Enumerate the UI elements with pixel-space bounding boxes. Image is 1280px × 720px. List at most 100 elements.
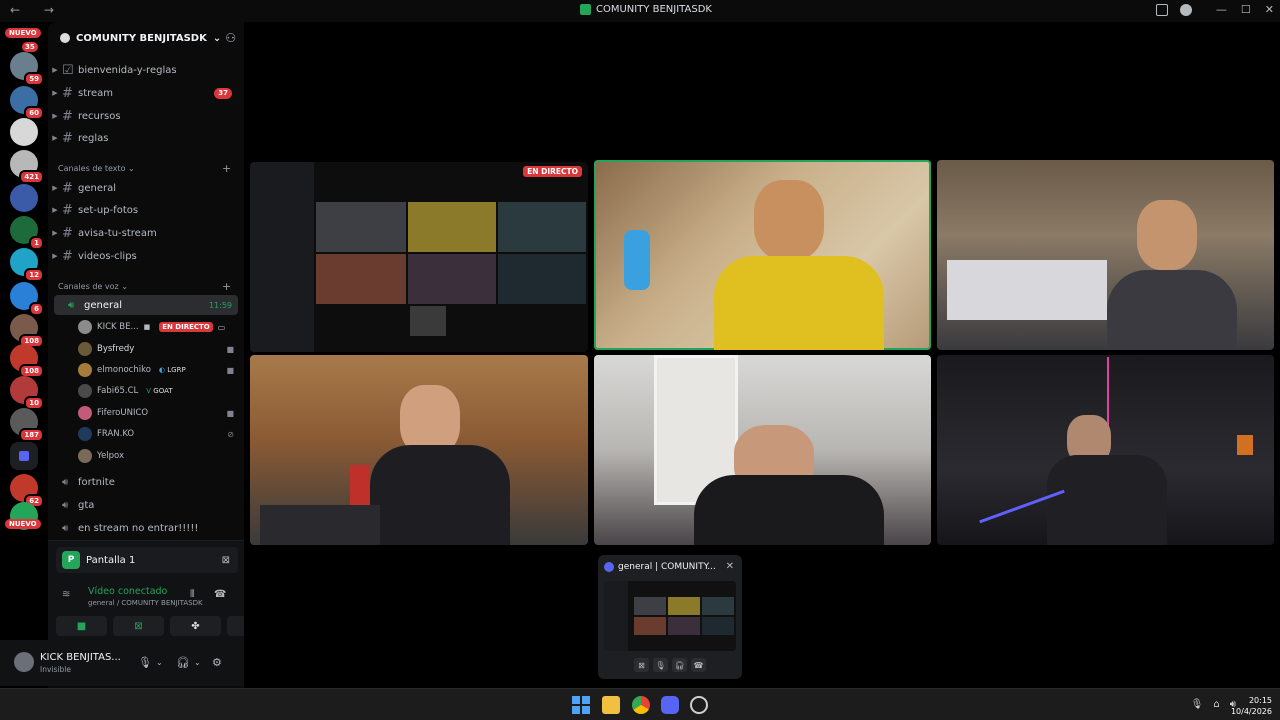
channel-videos-clips[interactable]: ▶ # videos-clips (48, 246, 238, 266)
folder-icon[interactable] (10, 442, 38, 470)
screen-share-button[interactable]: ⊠ (113, 616, 164, 636)
webcam-tile[interactable] (594, 160, 931, 350)
inbox-icon[interactable] (1156, 4, 1168, 16)
avatar (78, 427, 92, 441)
hash-icon: # (62, 130, 73, 146)
server-icon[interactable]: 60 (10, 86, 44, 120)
user-status: Invisible (40, 665, 71, 674)
category-text[interactable]: Canales de texto ⌄ + (58, 162, 231, 175)
close-icon[interactable]: ✕ (726, 561, 734, 572)
system-tray: 🎙︎ ⌂ 🔊︎ (1191, 699, 1236, 710)
server-icon[interactable]: 59 (10, 52, 44, 86)
headphones-icon[interactable]: 🎧︎ (672, 658, 687, 672)
user-panel: KICK BENJITAS... Invisible 🎙︎ ⌄ 🎧︎ ⌄ ⚙ (0, 640, 244, 686)
screen-share-icon: ▭ (217, 322, 226, 332)
maximize-button[interactable]: ☐ (1241, 3, 1251, 16)
channel-recursos[interactable]: ▶ # recursos (48, 106, 238, 126)
voice-user[interactable]: Yelpox (78, 447, 238, 465)
microphone-icon[interactable]: 🎙︎ (138, 656, 152, 669)
signal-icon[interactable]: ≋ (62, 589, 70, 600)
server-icon[interactable] (10, 118, 38, 146)
deafened-icon: ⊘ (227, 429, 234, 439)
voice-location[interactable]: general / COMUNITY BENJITASDK (88, 599, 203, 607)
webcam-tile[interactable] (937, 355, 1274, 545)
disconnect-icon[interactable]: ☎ (214, 589, 226, 600)
app-icon[interactable] (690, 696, 708, 714)
server-icon[interactable]: 10 (10, 376, 44, 410)
microphone-icon[interactable]: 🎙︎ (1191, 699, 1204, 710)
server-icon[interactable]: 12 (10, 248, 44, 282)
chevron-down-icon[interactable]: ⌄ (156, 658, 163, 667)
stop-share-icon[interactable]: ⊠ (222, 555, 230, 566)
voice-user[interactable]: KICK BE... ■ EN DIRECTO ▭ (78, 318, 238, 336)
voice-channel-general[interactable]: 🔊︎ general 11:59 (54, 295, 238, 315)
add-channel-icon[interactable]: + (222, 280, 231, 293)
channel-set-up-fotos[interactable]: ▶ # set-up-fotos (48, 200, 238, 220)
hash-icon: # (62, 248, 73, 264)
voice-channel-fortnite[interactable]: 🔊︎ fortnite (48, 472, 238, 492)
webcam-tile[interactable] (250, 355, 588, 545)
windows-start-icon[interactable] (572, 696, 590, 714)
activities-button[interactable]: ✤ (170, 616, 221, 636)
channel-general[interactable]: ▶ # general (48, 178, 238, 198)
screen-share-card[interactable]: P Pantalla 1 ⊠ (56, 547, 238, 573)
channel-stream[interactable]: ▶ # stream 37 (48, 83, 238, 103)
chrome-icon[interactable] (632, 696, 650, 714)
webcam-tile[interactable] (937, 160, 1274, 350)
server-icon[interactable]: 1 (10, 216, 44, 250)
noise-suppression-icon[interactable]: ⦀ (190, 589, 194, 600)
avatar[interactable] (14, 652, 34, 672)
channel-bienvenida[interactable]: ▶ ☑ bienvenida-y-reglas (48, 60, 238, 80)
disconnect-icon[interactable]: ☎ (691, 658, 706, 672)
file-explorer-icon[interactable] (602, 696, 620, 714)
screen-share-icon[interactable]: ⊠ (634, 658, 649, 672)
clock[interactable]: 20:15 10/4/2026 (1231, 695, 1272, 717)
voice-user[interactable]: FiferoUNICO ■ (78, 404, 238, 422)
server-icon[interactable]: 108 (10, 314, 44, 348)
channel-reglas[interactable]: ▶ # reglas (48, 128, 238, 148)
screen-icon: P (62, 551, 80, 569)
server-icon[interactable]: 187 (10, 408, 44, 442)
speaker-icon: 🔊︎ (68, 299, 75, 311)
server-icon[interactable] (10, 184, 38, 212)
discord-icon (604, 562, 614, 572)
history-nav[interactable]: ← → (10, 3, 64, 17)
help-icon[interactable] (1180, 4, 1192, 16)
discord-icon[interactable] (661, 696, 679, 714)
gear-icon[interactable]: ⚙ (212, 656, 222, 669)
chevron-down-icon[interactable]: ⌄ (194, 658, 201, 667)
voice-channel-gta[interactable]: 🔊︎ gta (48, 495, 238, 515)
window-controls: — ☐ ✕ (1216, 3, 1274, 16)
voice-user[interactable]: Fabi65.CL V GOAT (78, 382, 238, 400)
voice-user[interactable]: FRAN.KO ⊘ (78, 425, 238, 443)
pip-window[interactable]: general | COMUNITY... ✕ ⊠ 🎙︎ 🎧︎ ☎ (598, 555, 742, 679)
chevron-right-icon: ▶ (52, 252, 58, 260)
voice-user[interactable]: elmonochiko ◐ LGRP ■ (78, 361, 238, 379)
pip-preview[interactable] (604, 581, 736, 651)
server-icon[interactable]: 62 (10, 474, 44, 508)
minimize-button[interactable]: — (1216, 3, 1227, 16)
network-icon[interactable]: ⌂ (1213, 699, 1219, 710)
add-member-icon[interactable]: ⚇ (225, 31, 236, 45)
channel-avisa-tu-stream[interactable]: ▶ # avisa-tu-stream (48, 223, 238, 243)
server-icon[interactable]: 421 (10, 150, 44, 184)
headphones-icon[interactable]: 🎧︎ (176, 656, 190, 669)
server-icon[interactable]: 6 (10, 282, 44, 316)
microphone-icon[interactable]: 🎙︎ (653, 658, 668, 672)
close-button[interactable]: ✕ (1265, 3, 1274, 16)
username[interactable]: KICK BENJITAS... (40, 652, 121, 663)
user-tag: V GOAT (146, 387, 173, 395)
camera-button[interactable]: ■ (56, 616, 107, 636)
avatar (78, 342, 92, 356)
server-icon[interactable]: 108 (10, 344, 44, 378)
voice-channel-en-stream[interactable]: 🔊︎ en stream no entrar!!!!! (48, 518, 238, 538)
guild-header[interactable]: COMUNITY BENJITASDK ⌄ ⚇ (48, 22, 244, 54)
screen-share-tile[interactable]: EN DIRECTO (250, 162, 588, 352)
avatar (78, 320, 92, 334)
voice-user[interactable]: Bysfredy ■ (78, 340, 238, 358)
webcam-tile[interactable] (594, 355, 931, 545)
camera-icon: ■ (226, 344, 234, 354)
category-voice[interactable]: Canales de voz ⌄ + (58, 280, 231, 293)
add-channel-icon[interactable]: + (222, 162, 231, 175)
chevron-right-icon: ▶ (52, 206, 58, 214)
